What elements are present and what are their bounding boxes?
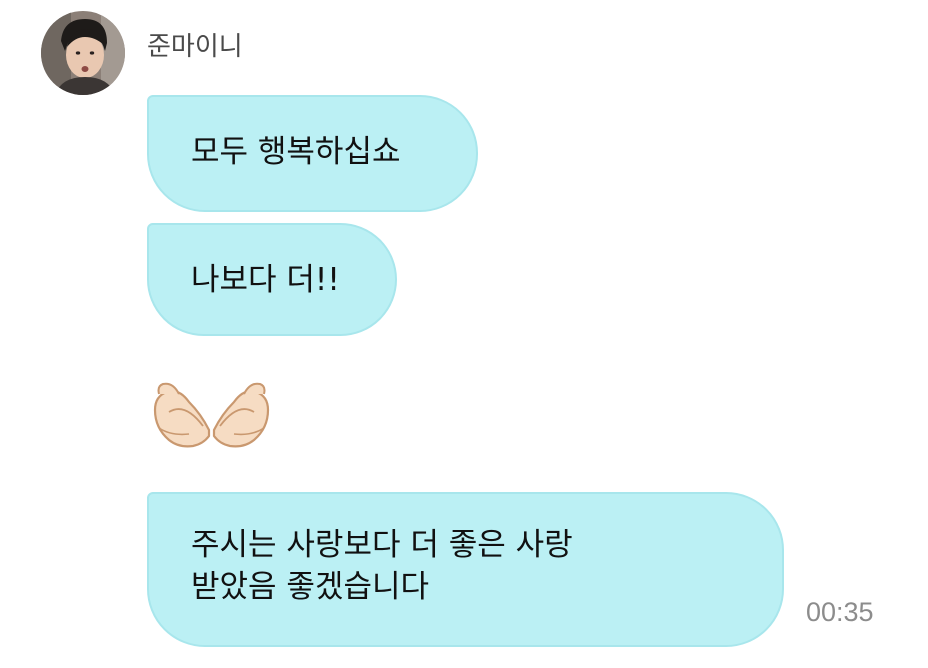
heart-hands-icon[interactable] (149, 372, 274, 452)
message-text-line-2: 받았음 좋겠습니다 (191, 569, 430, 605)
message-text: 나보다 더!! (191, 262, 340, 298)
message-bubble[interactable]: 모두 행복하십쇼 (147, 95, 478, 212)
message-bubble[interactable]: 나보다 더!! (147, 223, 397, 336)
message-text-line-1: 주시는 사랑보다 더 좋은 사랑 (191, 527, 573, 563)
sender-name: 준마이니 (147, 32, 243, 62)
sender-avatar[interactable] (41, 11, 125, 95)
message-text: 모두 행복하십쇼 (191, 134, 401, 170)
message-timestamp: 00:35 (806, 597, 874, 627)
message-bubble[interactable]: 주시는 사랑보다 더 좋은 사랑 받았음 좋겠습니다 (147, 492, 784, 647)
